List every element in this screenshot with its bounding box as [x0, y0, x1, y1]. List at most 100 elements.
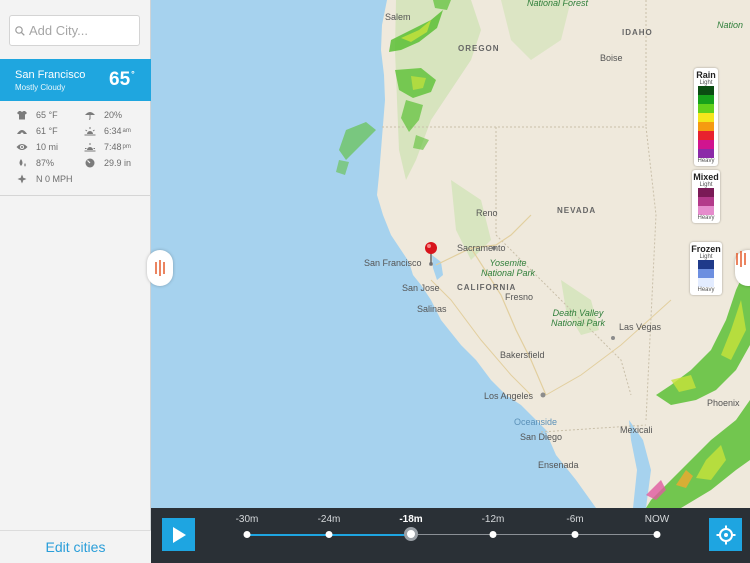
map-label: San Francisco: [364, 258, 422, 268]
wind-stat: N 0 MPH: [16, 174, 73, 184]
map-label: Death Valley National Park: [550, 308, 606, 328]
city-temperature: 65°: [109, 69, 135, 90]
map-base: [336, 0, 750, 508]
legend-swatch: [698, 206, 714, 215]
locate-me-button[interactable]: [709, 518, 742, 551]
timeline-label: NOW: [644, 514, 670, 525]
legend-frozen-light: Light: [699, 254, 713, 260]
map-label: National Forest: [527, 0, 589, 8]
legend-swatch: [698, 104, 714, 113]
play-button[interactable]: [162, 518, 195, 551]
crosshair-icon: [716, 525, 735, 544]
timeline-label: -24m: [317, 514, 341, 525]
legend-swatch: [698, 260, 714, 269]
map-label: Las Vegas: [619, 322, 662, 332]
legend-frozen-title: Frozen: [691, 244, 721, 254]
timeline-stop[interactable]: [653, 531, 661, 538]
sunrise-icon: [84, 127, 96, 136]
map-label: Phoenix: [707, 398, 740, 408]
map-label: CALIFORNIA: [457, 283, 517, 292]
legend-swatch: [698, 269, 714, 278]
edit-cities-bar: Edit cities: [0, 530, 151, 563]
map-label: Ensenada: [538, 460, 579, 470]
weather-details: 65 °F 20% 61 °F 6:34 am 10 mi 7:48 pm 87%: [0, 102, 151, 196]
eye-icon: [16, 144, 28, 150]
visibility-stat: 10 mi: [16, 142, 58, 152]
drag-handle-icon: [736, 251, 746, 267]
city-card-san-francisco[interactable]: San Francisco Mostly Cloudy 65°: [0, 59, 151, 101]
legend-frozen: Frozen Light Heavy: [690, 242, 722, 295]
city-dot: [540, 392, 546, 398]
timeline-label: -6m: [566, 514, 584, 525]
legend-mixed-light: Light: [699, 182, 713, 188]
location-pin-icon[interactable]: [423, 240, 439, 266]
map-label: Sacramento: [457, 243, 506, 253]
legend-swatch: [698, 278, 714, 287]
legend-swatch: [698, 149, 714, 158]
legend-mixed: Mixed Light Heavy: [692, 170, 720, 223]
city-name: San Francisco: [15, 69, 86, 81]
timeline-stop[interactable]: [571, 531, 579, 538]
timeline-label: -30m: [235, 514, 259, 525]
legend-swatch: [698, 188, 714, 197]
drag-handle-icon: [155, 260, 165, 276]
timeline-stop[interactable]: [489, 531, 497, 538]
legend-swatch: [698, 95, 714, 104]
legend-swatch: [698, 86, 714, 95]
map-label: Reno: [476, 208, 498, 218]
map-label: Boise: [600, 53, 623, 63]
map-label: Yosemite National Park: [480, 258, 536, 278]
tshirt-icon: [17, 111, 27, 120]
legend-mixed-heavy: Heavy: [697, 215, 715, 221]
add-city-input[interactable]: [29, 23, 129, 38]
legend-mixed-title: Mixed: [693, 172, 719, 182]
legend-swatch: [698, 122, 714, 131]
timeline-stop[interactable]: [325, 531, 333, 538]
map-label: IDAHO: [622, 28, 653, 37]
legend-swatch: [698, 113, 714, 122]
map-label: OREGON: [458, 44, 500, 53]
humidity-stat: 87%: [16, 158, 54, 168]
precip-stat: 20%: [84, 110, 122, 120]
play-icon: [172, 526, 186, 543]
legend-rain-title: Rain: [696, 70, 716, 80]
sunrise-stat: 6:34 am: [84, 126, 131, 136]
timeline-label: -12m: [481, 514, 505, 525]
map-label: Los Angeles: [484, 391, 534, 401]
search-icon: [15, 25, 25, 36]
sunset-stat: 7:48 pm: [84, 142, 131, 152]
timeline-scrubber[interactable]: [404, 527, 418, 541]
dew-point-icon: [17, 130, 27, 136]
sunset-icon: [84, 143, 96, 152]
search-box[interactable]: [9, 15, 140, 46]
city-condition: Mostly Cloudy: [15, 83, 66, 92]
sidebar: San Francisco Mostly Cloudy 65° 65 °F 20…: [0, 0, 151, 563]
timeline-label-current: -18m: [399, 514, 423, 525]
droplets-icon: [19, 159, 26, 167]
map-label: Oceanside: [514, 417, 558, 427]
feels-like-stat: 65 °F: [16, 110, 58, 120]
sidebar-handle[interactable]: [147, 250, 173, 286]
legend-frozen-heavy: Heavy: [697, 287, 715, 293]
city-dot: [611, 336, 615, 340]
map-label: NEVADA: [557, 206, 597, 215]
radar-map[interactable]: Salem National Forest OREGON IDAHO Boise…: [151, 0, 750, 508]
timeline-stop[interactable]: [243, 531, 251, 538]
dew-point-stat: 61 °F: [16, 126, 58, 136]
wind-icon: [17, 174, 27, 184]
map-label: San Jose: [402, 283, 440, 293]
pressure-stat: 29.9 in: [84, 158, 131, 168]
legend-swatch: [698, 140, 714, 149]
legend-rain-heavy: Heavy: [697, 158, 715, 164]
legend-rain: Rain Light Heavy: [694, 68, 718, 166]
map-label: Mexicali: [620, 425, 653, 435]
map-label: Bakersfield: [500, 350, 545, 360]
right-drawer-handle[interactable]: [735, 250, 750, 286]
map-label: Salinas: [417, 304, 447, 314]
umbrella-icon: [85, 112, 95, 120]
map-label: Fresno: [505, 292, 534, 302]
gauge-icon: [85, 158, 95, 168]
map-label: Salem: [385, 12, 411, 22]
edit-cities-button[interactable]: Edit cities: [46, 539, 106, 555]
radar-timeline: -30m -24m -18m -12m -6m NOW: [151, 508, 750, 563]
